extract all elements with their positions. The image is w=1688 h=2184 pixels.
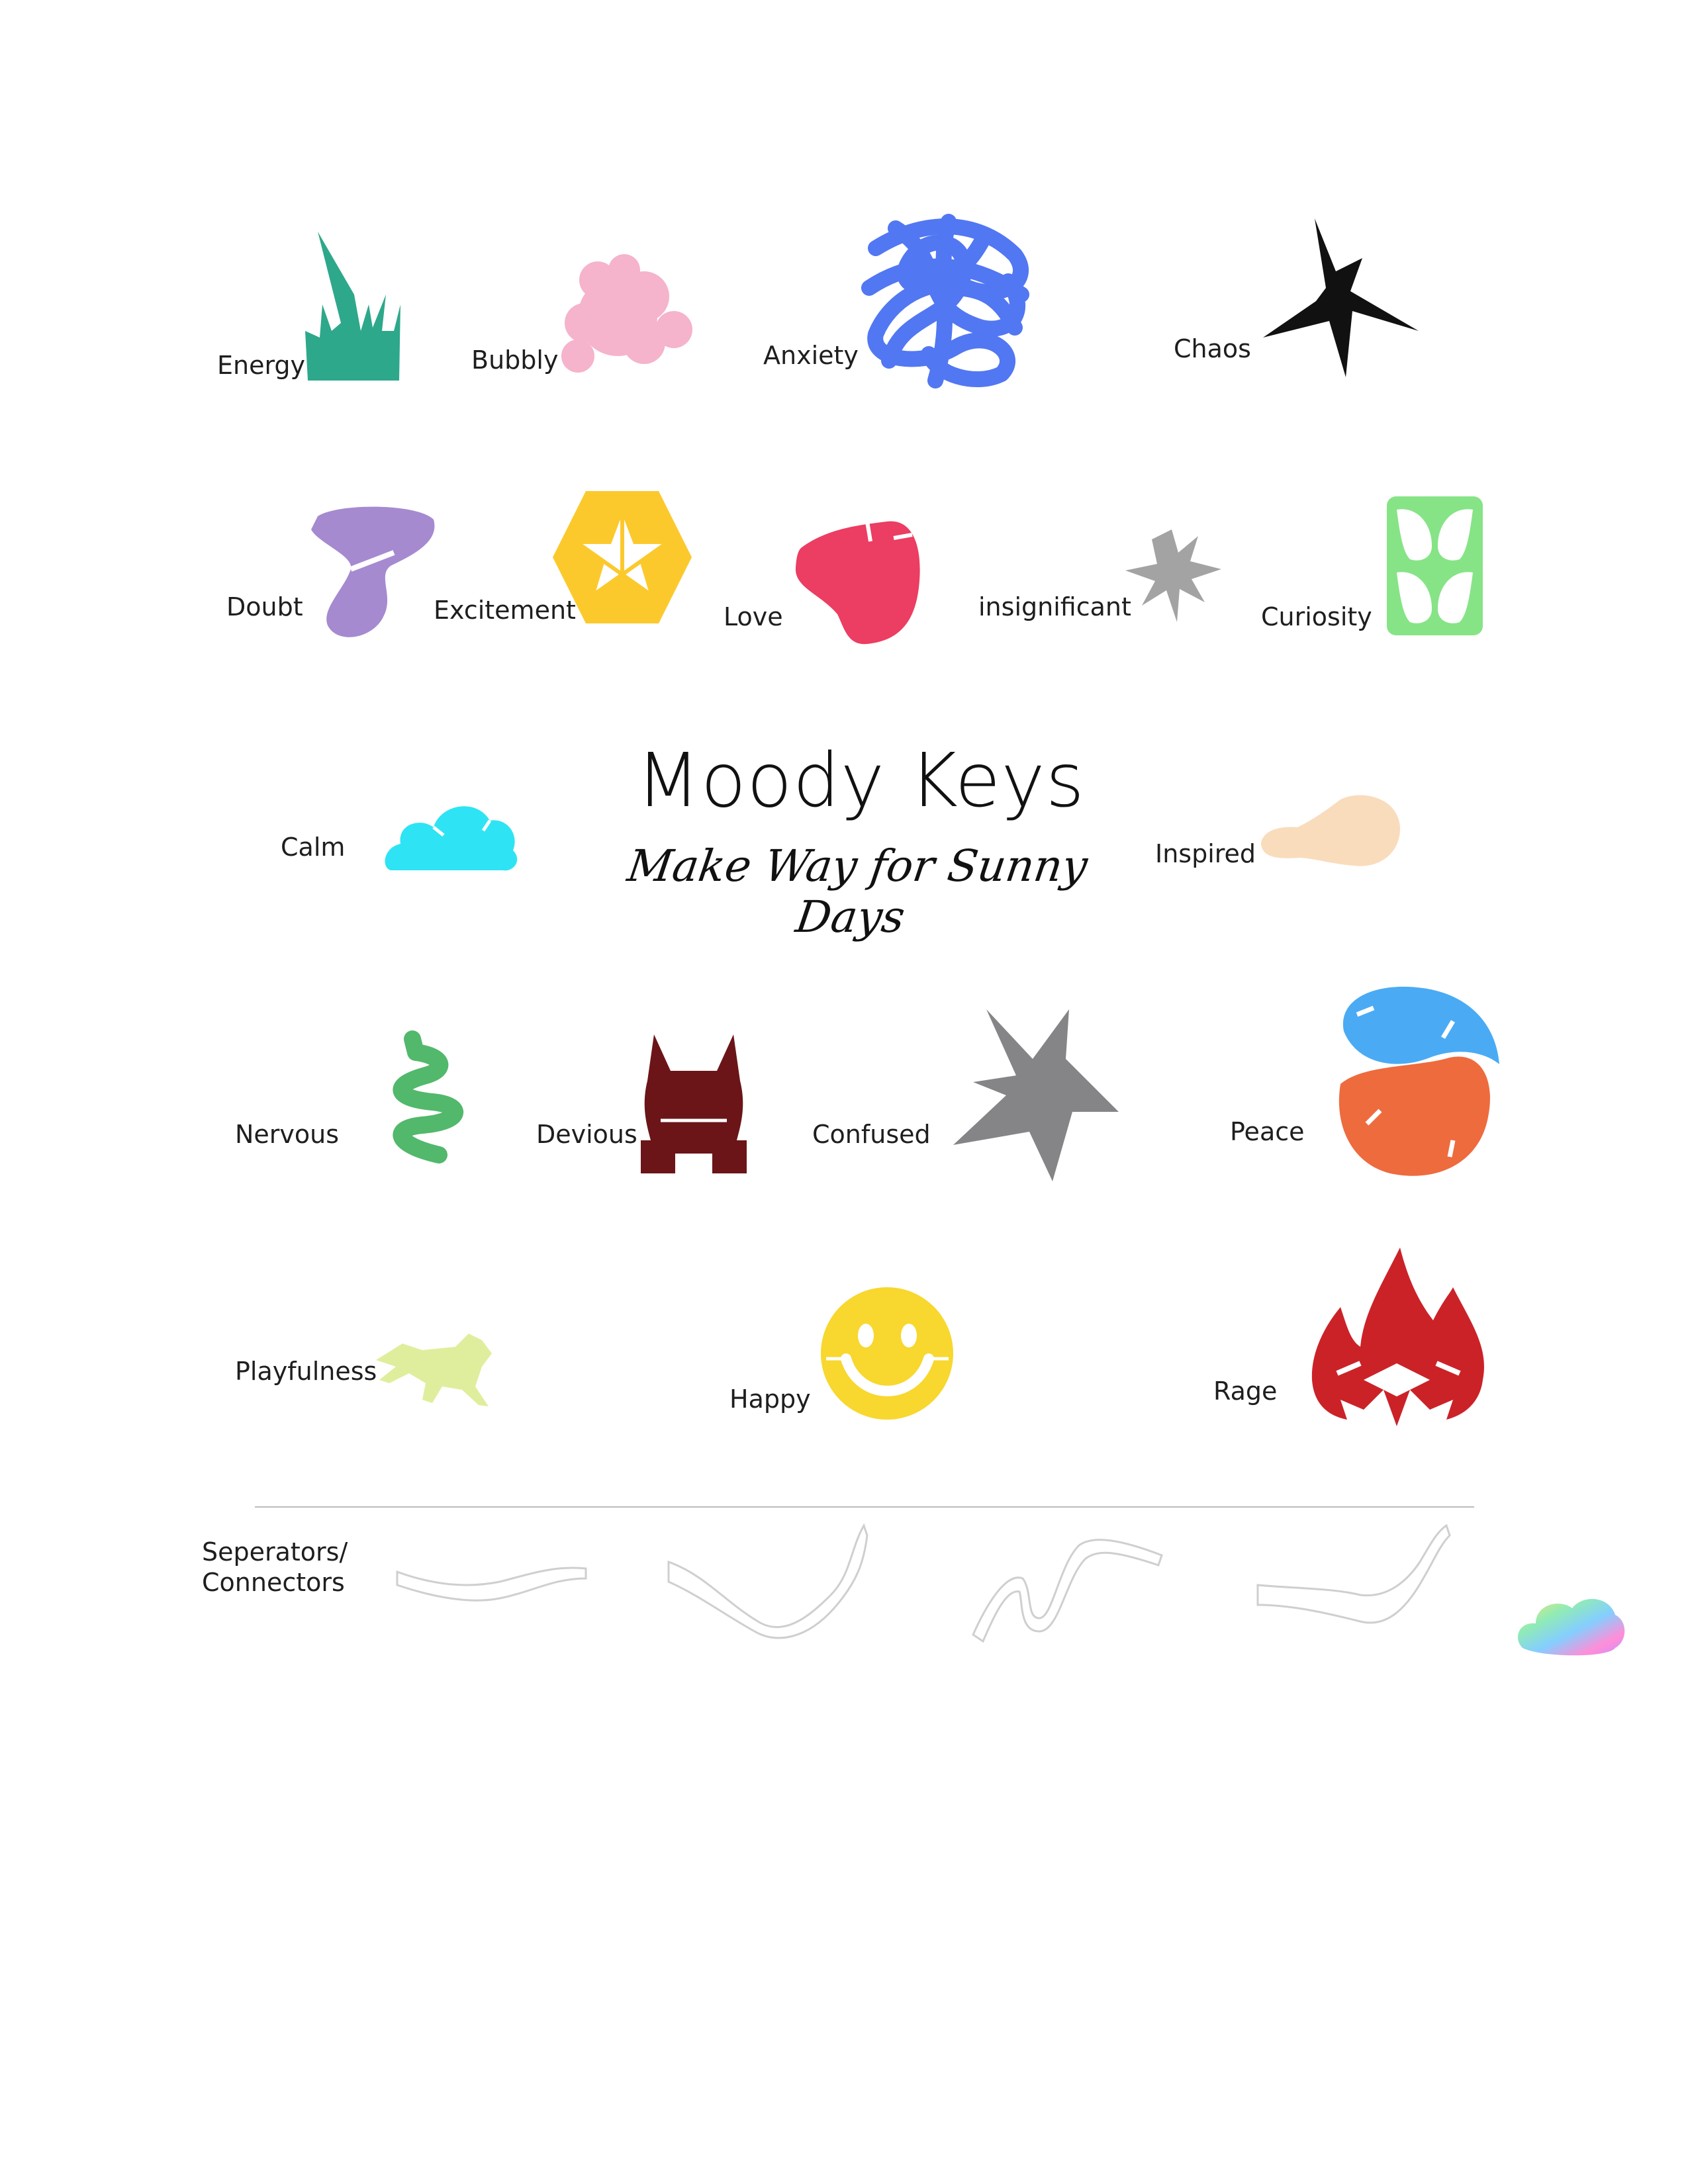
label-bubbly: Bubbly (471, 345, 559, 375)
small-star-icon (1125, 529, 1221, 622)
label-curiosity: Curiosity (1261, 602, 1372, 631)
burst-star-icon (1263, 218, 1422, 377)
separators-label: Seperators/ Connectors (202, 1537, 348, 1598)
page-title: Moody Keys (635, 738, 1086, 824)
label-playfulness: Playfulness (235, 1357, 377, 1386)
shatter-icon (953, 1009, 1119, 1181)
divider-line (255, 1506, 1474, 1508)
label-confused: Confused (812, 1120, 931, 1149)
label-anxiety: Anxiety (763, 341, 859, 370)
flame-icon (1311, 1248, 1486, 1426)
connector-bent-arm-icon (1254, 1522, 1453, 1631)
label-chaos: Chaos (1174, 334, 1251, 363)
label-devious: Devious (536, 1120, 637, 1149)
label-happy: Happy (729, 1385, 811, 1414)
separators-label-line2: Connectors (202, 1568, 345, 1597)
leaping-animal-icon (376, 1334, 492, 1410)
page-subtitle: Make Way for Sunny Days (624, 841, 1091, 942)
yin-yang-icon (1337, 985, 1503, 1180)
connector-legs-icon (665, 1522, 870, 1641)
label-peace: Peace (1230, 1117, 1305, 1146)
lightbulb-icon (1261, 793, 1401, 872)
cloud-icon (384, 794, 520, 874)
label-insignificant: insignificant (978, 592, 1131, 621)
moody-keys-sheet: Energy Bubbly Anxiety Chaos Doubt Excite… (0, 0, 1688, 2184)
connector-arm-icon (394, 1559, 592, 1612)
scribble-icon (849, 202, 1041, 390)
tile-icon (1387, 496, 1483, 635)
separators-label-line1: Seperators/ (202, 1537, 348, 1567)
connector-zigzag-icon (966, 1525, 1165, 1645)
devil-icon (641, 1034, 747, 1173)
heart-icon (794, 521, 923, 645)
label-calm: Calm (281, 833, 346, 862)
label-nervous: Nervous (235, 1120, 340, 1149)
smiley-icon (820, 1286, 955, 1422)
label-rage: Rage (1213, 1377, 1278, 1406)
label-inspired: Inspired (1155, 839, 1256, 868)
rainbow-cloud-logo (1516, 1592, 1625, 1661)
tornado-icon (311, 503, 437, 642)
bubbles-icon (558, 250, 694, 383)
squiggle-icon (376, 1030, 475, 1163)
hexagon-star-icon (553, 491, 692, 623)
grass-icon (301, 232, 404, 381)
label-doubt: Doubt (226, 592, 303, 621)
label-energy: Energy (217, 351, 306, 380)
label-love: Love (724, 602, 783, 631)
